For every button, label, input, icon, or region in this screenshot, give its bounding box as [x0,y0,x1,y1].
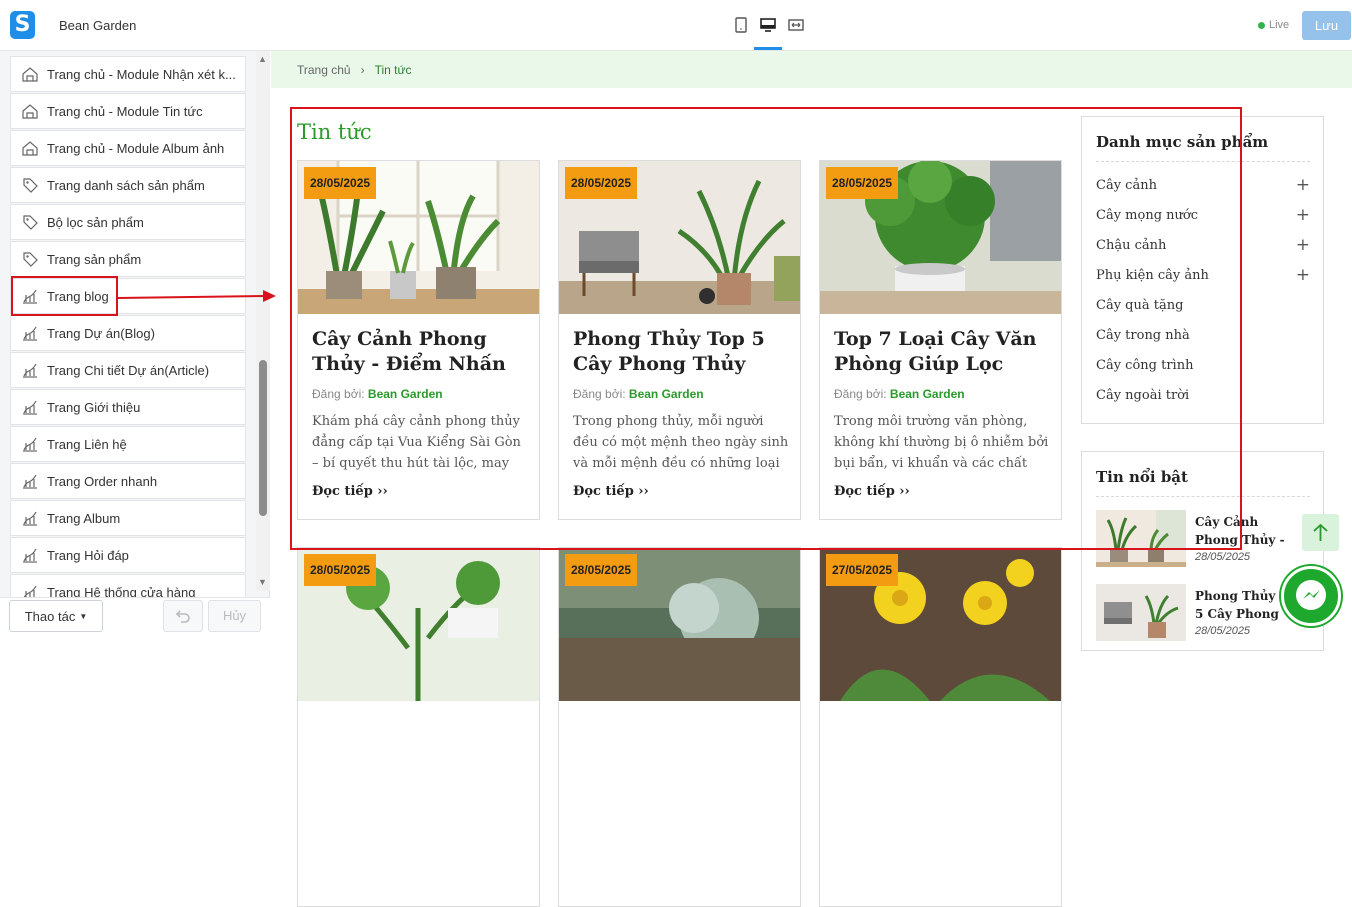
scroll-down-icon[interactable]: ▼ [258,577,267,587]
undo-button[interactable] [163,600,203,632]
page-icon [21,361,39,379]
sidebar-item[interactable]: Trang Album [10,500,246,536]
page-icon [21,435,39,453]
breadcrumb-home[interactable]: Trang chủ [297,63,351,77]
save-button[interactable]: Lưu [1302,11,1351,40]
page-icon [21,472,39,490]
sidebar-item[interactable]: Trang danh sách sản phẩm [10,167,246,203]
arrow-up-icon [1313,523,1328,541]
live-dot-icon [1258,21,1265,29]
breadcrumb: Trang chủ › Tin tức [271,51,1352,88]
caret-down-icon: ▼ [79,611,88,621]
post-date-badge: 28/05/2025 [304,554,377,586]
sidebar-item-label: Trang Album [47,510,121,526]
sidebar-item-label: Bộ lọc sản phẩm [47,214,144,230]
sidebar-item[interactable]: Trang Dự án(Blog) [10,315,246,351]
sidebar-item-label: Trang Dự án(Blog) [47,325,155,341]
sidebar-item[interactable]: Trang Hỏi đáp [10,537,246,573]
page-icon [21,509,39,527]
featured-date: 28/05/2025 [1195,625,1251,637]
post-card[interactable]: 27/05/2025 [819,547,1062,907]
desktop-icon[interactable] [759,16,777,34]
expand-icon[interactable]: + [1296,267,1310,284]
post-date-badge: 27/05/2025 [826,554,899,586]
page-icon [21,398,39,416]
house-icon [21,65,39,83]
sidebar-item-label: Trang Hệ thống cửa hàng [47,584,196,598]
breadcrumb-separator: › [360,62,365,77]
undo-icon [175,610,190,623]
editor-topbar [270,0,1352,51]
highlight-box [290,107,1242,550]
post-date-badge: 28/05/2025 [565,554,638,586]
sidebar-item[interactable]: Trang chủ - Module Tin tức [10,93,246,129]
sidebar-item[interactable]: Trang Chi tiết Dự án(Article) [10,352,246,388]
featured-date: 28/05/2025 [1195,551,1251,563]
post-card[interactable]: 28/05/2025 [558,547,801,907]
tag-icon [21,250,39,268]
sidebar-item-label: Trang Order nhanh [47,473,158,489]
sidebar-item-label: Trang chủ - Module Album ảnh [47,140,225,156]
sidebar-item-label: Trang danh sách sản phẩm [47,177,205,193]
sidebar-item-label: Trang Giới thiệu [47,399,141,415]
featured-thumbnail [1096,584,1186,641]
active-device-indicator [754,47,782,50]
annotation-arrow [118,290,276,302]
expand-icon[interactable]: + [1296,237,1310,254]
page-icon [21,583,39,597]
cancel-button[interactable]: Hủy [208,600,261,632]
sidebar-item-label: Trang Hỏi đáp [47,547,129,563]
actions-dropdown[interactable]: Thao tác ▼ [9,600,103,632]
tag-icon [21,176,39,194]
breadcrumb-current: Tin tức [374,62,412,77]
tag-icon [21,213,39,231]
store-name: Bean Garden [59,18,137,33]
actions-label: Thao tác [24,608,76,624]
page-icon [21,546,39,564]
house-icon [21,139,39,157]
house-icon [21,102,39,120]
back-to-top-button[interactable] [1302,514,1339,551]
sidebar-item[interactable]: Trang Order nhanh [10,463,246,499]
live-status: Live [1258,19,1289,31]
sidebar-item-label: Trang Chi tiết Dự án(Article) [47,362,210,378]
sidebar-item[interactable]: Trang Liên hệ [10,426,246,462]
mobile-icon[interactable] [732,16,750,34]
expand-icon[interactable]: + [1296,177,1310,194]
messenger-icon [1296,580,1326,610]
page-icon [21,324,39,342]
post-card[interactable]: 28/05/2025 [297,547,540,907]
expand-icon[interactable]: + [1296,207,1310,224]
sidebar-item-label: Trang sản phẩm [47,251,142,267]
sidebar-item[interactable]: Trang sản phẩm [10,241,246,277]
messenger-button[interactable] [1281,566,1341,626]
selected-item-highlight [11,276,118,316]
scroll-up-icon[interactable]: ▲ [258,54,267,64]
fullwidth-icon[interactable] [787,16,805,34]
sidebar-item-label: Trang Liên hệ [47,436,127,452]
sidebar-item-label: Trang chủ - Module Tin tức [47,103,203,119]
sidebar-item-label: Trang chủ - Module Nhận xét k... [47,66,236,82]
sidebar-item[interactable]: Trang chủ - Module Album ảnh [10,130,246,166]
template-list: Trang chủ - Module Nhận xét k... Trang ch… [10,55,246,597]
app-logo[interactable]: S [10,11,35,39]
featured-item[interactable]: Phong Thủy Top 5 Cây Phong Thủy H... 28/… [1096,584,1310,642]
sidebar-item[interactable]: Trang Giới thiệu [10,389,246,425]
sidebar-item[interactable]: Trang chủ - Module Nhận xét k... [10,56,246,92]
sidebar-item[interactable]: Bộ lọc sản phẩm [10,204,246,240]
sidebar-item[interactable]: Trang Hệ thống cửa hàng [10,574,246,597]
scrollbar-thumb[interactable] [259,360,267,516]
live-label: Live [1269,19,1290,31]
